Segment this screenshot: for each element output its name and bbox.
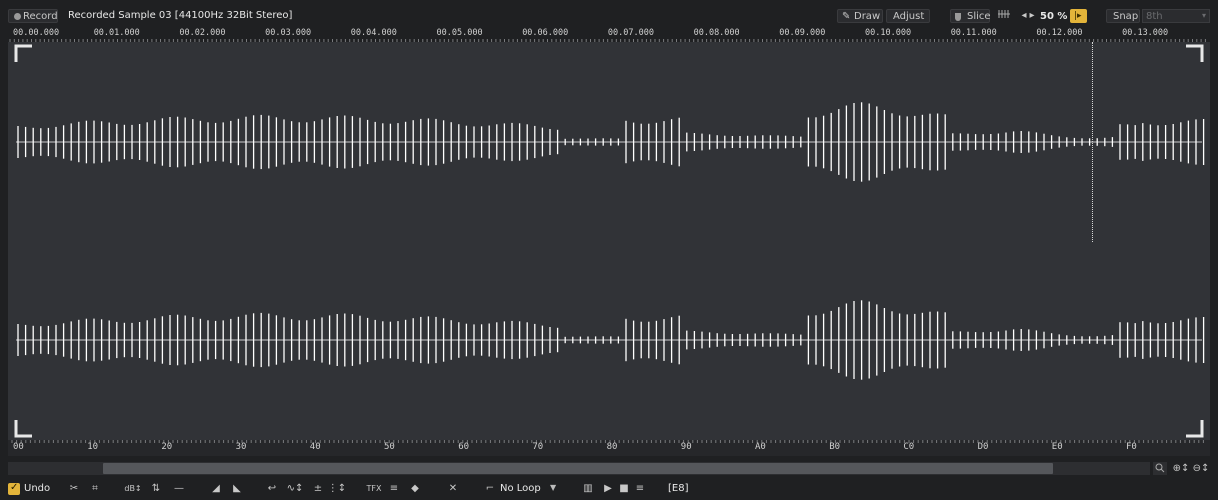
zoom-value[interactable]: 50 % (1040, 11, 1067, 22)
keyboard-icon[interactable]: ▥ (580, 482, 596, 496)
snap-label: Snap (1113, 11, 1139, 22)
crop-icon[interactable]: ⌗ (87, 482, 103, 496)
waveform-icon[interactable]: ◆ (407, 482, 423, 496)
play-cursor-icon: |▸ (1074, 11, 1082, 21)
snap-value: 8th (1146, 11, 1163, 22)
snap-select[interactable]: 8th ▾ (1142, 9, 1210, 23)
normalize-icon[interactable]: ⇅ (148, 482, 164, 496)
bottom-toolbar: ✓ Undo ✂ ⌗ dB↕ ⇅ — ◢ ◣ ↩ ∿↕ ± ⋮↕ TFX ≡ ◆… (0, 478, 1218, 500)
time-ruler-label: 00.11.000 (950, 28, 997, 38)
note-value: [E8] (668, 483, 689, 494)
corner-bracket-bottom-left (14, 420, 32, 438)
zoom-search-icon[interactable] (1153, 462, 1167, 475)
time-ruler-label: 00.00.000 (13, 28, 60, 38)
slice-label: Slice (967, 11, 991, 22)
line-ruler[interactable]: 00 10 20 30 40 50 60 70 80 90 A0 B0 C0 D0 E0 F0 (8, 440, 1210, 456)
line-ruler-label: 80 (606, 442, 618, 452)
line-ruler-label: 40 (309, 442, 321, 452)
snap-button[interactable]: Snap (1106, 9, 1140, 23)
line-ruler-label: C0 (903, 442, 915, 452)
record-dot-icon (14, 13, 21, 20)
pitch-curve-icon[interactable]: ∿↕ (285, 482, 305, 496)
line-ruler-label: 70 (532, 442, 544, 452)
scrollbar-thumb[interactable] (103, 463, 1053, 474)
pencil-icon: ✎ (842, 11, 851, 22)
fade-in-icon[interactable]: ◢ (208, 482, 224, 496)
time-ruler-label: 00.02.000 (179, 28, 226, 38)
reverse-icon[interactable]: ↩ (264, 482, 280, 496)
time-ruler-label: 00.10.000 (865, 28, 912, 38)
line-ruler-label: 20 (161, 442, 173, 452)
corner-bracket-bottom-right (1186, 420, 1204, 438)
cut-icon[interactable]: ✂ (66, 482, 82, 496)
loop-mode-value: No Loop (500, 483, 541, 494)
draw-button[interactable]: ✎ Draw (837, 9, 883, 23)
undo-checkbox[interactable]: ✓ (8, 482, 20, 495)
record-label: Record (23, 11, 58, 22)
time-ruler-label: 00.05.000 (436, 28, 483, 38)
time-ruler-label: 00.13.000 (1122, 28, 1169, 38)
time-ruler-label: 00.12.000 (1036, 28, 1083, 38)
tfx-icon[interactable]: TFX (364, 482, 384, 496)
line-ruler-label: 50 (384, 442, 395, 452)
draw-label: Draw (854, 11, 881, 22)
corner-bracket-top-right (1186, 44, 1204, 62)
volume-db-icon[interactable]: dB↕ (123, 482, 143, 496)
line-ruler-label: 00 (13, 442, 24, 452)
line-ruler-label: E0 (1051, 442, 1063, 452)
record-button[interactable]: Record (8, 9, 58, 23)
playback-cursor[interactable] (1092, 42, 1093, 242)
time-ruler-label: 00.09.000 (779, 28, 826, 38)
fade-out-icon[interactable]: ◣ (229, 482, 245, 496)
stop-icon[interactable]: ■ (616, 482, 632, 496)
time-ruler-label: 00.07.000 (607, 28, 654, 38)
line-ruler-label: B0 (829, 442, 841, 452)
zoom-in-icon[interactable]: ⊕↕ (1172, 462, 1190, 475)
waveform-view[interactable] (8, 42, 1210, 440)
line-ruler-label: 90 (680, 442, 692, 452)
time-ruler-label: 00.06.000 (522, 28, 569, 38)
list-icon[interactable]: ≡ (386, 482, 402, 496)
line-ruler-label: D0 (977, 442, 989, 452)
menu-icon[interactable]: ≡ (632, 482, 648, 496)
sample-title: Recorded Sample 03 [44100Hz 32Bit Stereo… (68, 10, 293, 21)
zoom-out-icon[interactable]: ⊖↕ (1192, 462, 1210, 475)
checkmark-icon: ✓ (10, 482, 19, 493)
horizontal-scrollbar[interactable] (8, 462, 1150, 475)
line-ruler-label: F0 (1126, 442, 1137, 452)
chevron-down-icon: ▼ (550, 483, 557, 492)
slice-button[interactable]: Slice (950, 9, 991, 23)
zoom-toggle-button[interactable]: |▸ (1070, 9, 1087, 23)
time-ruler-label: 00.04.000 (350, 28, 397, 38)
corner-bracket-top-left (14, 44, 32, 62)
channel-icon[interactable]: ⋮↕ (327, 482, 347, 496)
undo-label: Undo (24, 483, 51, 494)
time-ruler-label: 00.08.000 (693, 28, 740, 38)
zoom-right-arrow-icon[interactable]: ▸ (1024, 9, 1040, 23)
time-ruler-label: 00.03.000 (265, 28, 312, 38)
adjust-button[interactable]: Adjust (886, 9, 930, 23)
silence-icon[interactable]: — (171, 482, 187, 496)
line-ruler-label: 60 (458, 442, 470, 452)
time-ruler-label: 00.01.000 (93, 28, 140, 38)
loop-mode-select[interactable]: No Loop ▼ (500, 483, 562, 495)
line-ruler-label: 10 (87, 442, 99, 452)
top-toolbar: Record Recorded Sample 03 [44100Hz 32Bit… (0, 0, 1218, 30)
waveform (16, 102, 1205, 380)
chevron-down-icon: ▾ (1201, 11, 1206, 20)
line-ruler-label: 30 (235, 442, 247, 452)
line-ruler-label: A0 (755, 442, 766, 452)
time-ruler[interactable]: 00.00.000 00.01.000 00.02.000 00.03.000 00.0… (8, 28, 1210, 42)
mute-icon[interactable]: ✕ (445, 482, 461, 496)
dc-offset-icon[interactable]: ± (310, 482, 326, 496)
play-icon[interactable]: ▶ (600, 482, 616, 496)
slice-grid-icon[interactable] (995, 9, 1013, 23)
slice-marker-icon (955, 13, 961, 21)
loop-icon[interactable]: ⌐ (482, 482, 498, 496)
adjust-label: Adjust (893, 11, 925, 22)
